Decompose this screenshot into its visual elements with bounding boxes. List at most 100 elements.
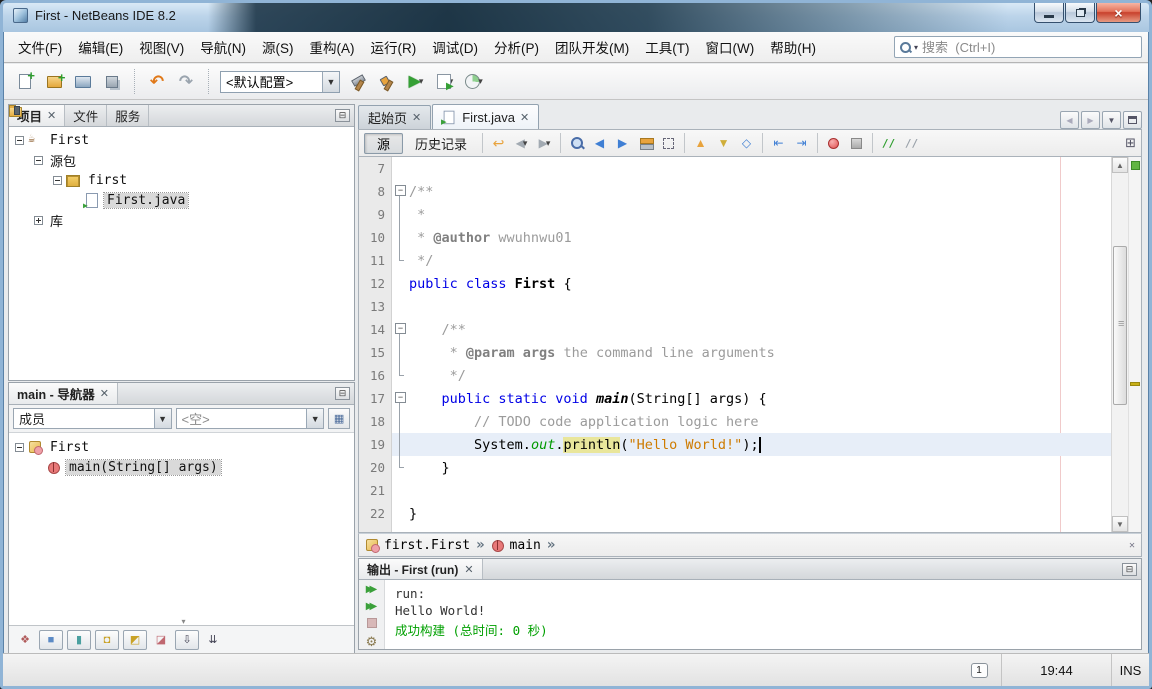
toggle-highlight-button[interactable] bbox=[635, 133, 656, 154]
minimize-panel-button[interactable]: ⊟ bbox=[1122, 563, 1137, 576]
tab-list-dropdown-button[interactable]: ▼ bbox=[1102, 111, 1121, 129]
split-document-button[interactable]: ⊞ bbox=[1125, 135, 1136, 151]
clean-build-project-button[interactable] bbox=[374, 69, 400, 95]
chevron-down-icon[interactable]: ▾ bbox=[419, 76, 424, 87]
start-macro-recording-button[interactable] bbox=[823, 133, 844, 154]
restore-button[interactable] bbox=[1065, 3, 1095, 23]
line-number[interactable]: 9 bbox=[359, 207, 392, 222]
search-scope-dropdown-icon[interactable]: ▾ bbox=[914, 43, 918, 52]
notifications-button[interactable]: 1 bbox=[957, 654, 1001, 686]
undo-button[interactable]: ↶ bbox=[144, 69, 170, 95]
line-number[interactable]: 7 bbox=[359, 161, 392, 176]
show-inherited-members-button[interactable]: ❖ bbox=[15, 630, 35, 650]
show-non-public-button[interactable]: ◘ bbox=[95, 630, 119, 650]
rerun-button[interactable]: ▶▶ bbox=[363, 584, 381, 595]
stop-run-button[interactable] bbox=[363, 618, 381, 628]
shift-left-button[interactable]: ⇤ bbox=[768, 133, 789, 154]
breadcrumb-item[interactable]: main bbox=[491, 538, 541, 553]
last-edit-position-button[interactable]: ↩ bbox=[488, 133, 509, 154]
scroll-tabs-right-button[interactable]: ▶ bbox=[1081, 111, 1100, 129]
line-number[interactable]: 15 bbox=[359, 345, 392, 360]
editor-vertical-scrollbar[interactable]: ▲ ▼ bbox=[1111, 157, 1128, 532]
collapse-icon[interactable] bbox=[15, 136, 24, 145]
show-static-members-button[interactable]: ◩ bbox=[123, 630, 147, 650]
panel-tab-services[interactable]: 服务 bbox=[107, 105, 149, 126]
panel-tab-files[interactable]: 文件 bbox=[65, 105, 107, 126]
line-number[interactable]: 18 bbox=[359, 414, 392, 429]
line-number[interactable]: 16 bbox=[359, 368, 392, 383]
menu-item[interactable]: 工具(T) bbox=[637, 33, 697, 61]
fold-collapse-icon[interactable] bbox=[392, 387, 409, 410]
menu-item[interactable]: 窗口(W) bbox=[698, 33, 763, 61]
menu-item[interactable]: 团队开发(M) bbox=[547, 33, 637, 61]
next-bookmark-button[interactable]: ▼ bbox=[713, 133, 734, 154]
code-line[interactable]: 9 * bbox=[359, 203, 1141, 226]
expand-icon[interactable] bbox=[34, 216, 43, 225]
configuration-selector[interactable]: <默认配置> ▼ bbox=[220, 71, 340, 93]
fold-collapse-icon[interactable] bbox=[392, 180, 409, 203]
line-number[interactable]: 22 bbox=[359, 506, 392, 521]
run-project-button[interactable]: ▶▾ bbox=[403, 69, 429, 95]
fold-collapse-icon[interactable] bbox=[392, 318, 409, 341]
previous-occurrence-button[interactable]: ◀ bbox=[589, 133, 610, 154]
tree-item[interactable]: First.java bbox=[9, 190, 354, 210]
comment-button[interactable]: // bbox=[878, 133, 899, 154]
line-number[interactable]: 14 bbox=[359, 322, 392, 337]
tree-item[interactable]: 库 bbox=[9, 210, 354, 230]
error-stripe[interactable] bbox=[1128, 157, 1141, 532]
code-line[interactable]: 16 */ bbox=[359, 364, 1141, 387]
code-line[interactable]: 17 public static void main(String[] args… bbox=[359, 387, 1141, 410]
code-line[interactable]: 14 /** bbox=[359, 318, 1141, 341]
line-number[interactable]: 20 bbox=[359, 460, 392, 475]
navigator-view-selector[interactable]: 成员 ▼ bbox=[13, 408, 172, 429]
code-line[interactable]: 19 System.out.println("Hello World!"); bbox=[359, 433, 1141, 456]
title-bar[interactable]: First - NetBeans IDE 8.2 × bbox=[3, 3, 1149, 32]
occurrence-mark[interactable] bbox=[1130, 382, 1140, 386]
menu-item[interactable]: 编辑(E) bbox=[70, 33, 131, 61]
redo-button[interactable]: ↷ bbox=[173, 69, 199, 95]
menu-item[interactable]: 视图(V) bbox=[131, 33, 192, 61]
scroll-up-arrow[interactable]: ▲ bbox=[1112, 157, 1128, 173]
show-inner-classes-button[interactable]: ◪ bbox=[151, 630, 171, 650]
close-icon[interactable]: ✕ bbox=[412, 111, 421, 124]
code-line[interactable]: 15 * @param args the command line argume… bbox=[359, 341, 1141, 364]
menu-item[interactable]: 源(S) bbox=[254, 33, 302, 61]
code-line[interactable]: 21 bbox=[359, 479, 1141, 502]
line-number[interactable]: 8 bbox=[359, 184, 392, 199]
close-icon[interactable]: ✕ bbox=[520, 111, 529, 124]
collapse-handle-icon[interactable]: ▾ bbox=[182, 617, 186, 626]
navigator-filter-selector[interactable]: <空> ▼ bbox=[176, 408, 325, 429]
code-line[interactable]: 18 // TODO code application logic here bbox=[359, 410, 1141, 433]
sort-alphabetically-button[interactable]: ⇩ bbox=[175, 630, 199, 650]
stop-macro-recording-button[interactable] bbox=[846, 133, 867, 154]
menu-item[interactable]: 重构(A) bbox=[302, 33, 363, 61]
show-constants-button[interactable]: ▮ bbox=[67, 630, 91, 650]
menu-item[interactable]: 分析(P) bbox=[486, 33, 547, 61]
rerun-with-options-button[interactable]: ▶▶ bbox=[363, 601, 381, 612]
insert-mode-indicator[interactable]: INS bbox=[1111, 654, 1149, 686]
menu-item[interactable]: 调试(D) bbox=[424, 33, 486, 61]
previous-bookmark-button[interactable]: ▲ bbox=[690, 133, 711, 154]
scrollbar-thumb[interactable] bbox=[1113, 246, 1127, 405]
close-button[interactable]: × bbox=[1096, 3, 1141, 23]
profile-project-button[interactable]: ▾ bbox=[461, 69, 487, 95]
output-console[interactable]: run:Hello World!成功构建 (总时间: 0 秒) bbox=[385, 580, 1141, 649]
code-line[interactable]: 8/** bbox=[359, 180, 1141, 203]
navigator-table-view-button[interactable]: ▦ bbox=[328, 408, 350, 429]
tree-item[interactable]: first bbox=[9, 170, 354, 190]
tree-item[interactable]: First bbox=[9, 437, 354, 457]
back-button[interactable]: ◀▾ bbox=[511, 133, 532, 154]
close-icon[interactable]: ✕ bbox=[100, 387, 109, 400]
scroll-tabs-left-button[interactable]: ◀ bbox=[1060, 111, 1079, 129]
show-fields-button[interactable]: ■ bbox=[39, 630, 63, 650]
menu-item[interactable]: 帮助(H) bbox=[762, 33, 824, 61]
search-input[interactable] bbox=[922, 40, 1137, 55]
toggle-bookmark-button[interactable]: ◇ bbox=[736, 133, 757, 154]
menu-item[interactable]: 运行(R) bbox=[363, 33, 425, 61]
output-tab[interactable]: 输出 - First (run) ✕ bbox=[359, 559, 483, 579]
minimize-panel-button[interactable]: ⊟ bbox=[335, 387, 350, 400]
code-line[interactable]: 22} bbox=[359, 502, 1141, 525]
line-number[interactable]: 19 bbox=[359, 437, 392, 452]
save-all-button[interactable] bbox=[99, 69, 125, 95]
maximize-editor-button[interactable] bbox=[1123, 111, 1142, 129]
